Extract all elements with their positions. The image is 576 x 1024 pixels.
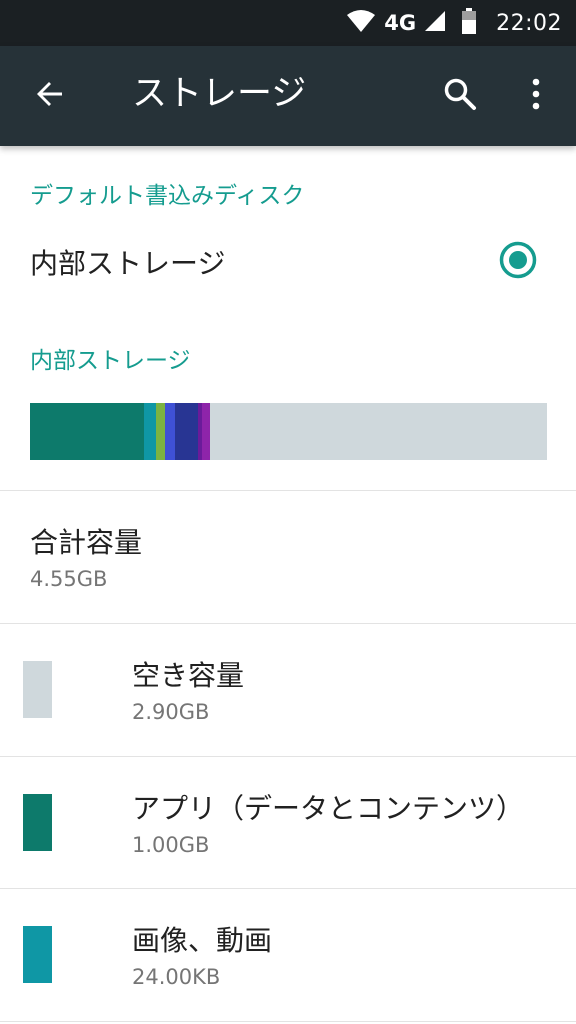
storage-item-images-videos[interactable]: 画像、動画 24.00KB [0,889,576,1021]
app-bar: ストレージ [0,46,576,146]
page-title: ストレージ [132,74,307,114]
divider [0,1021,576,1022]
usage-bar-segment [143,403,156,460]
status-bar: 4G 22:02 [0,0,576,46]
clock: 22:02 [496,10,562,36]
search-icon [443,77,477,115]
more-options-button[interactable] [512,70,560,122]
wifi-icon [346,9,376,37]
status-icons: 4G 22:02 [346,0,562,46]
storage-item-size: 24.00KB [132,965,221,989]
default-disk-option-label: 内部ストレージ [30,247,226,280]
storage-item-free[interactable]: 空き容量 2.90GB [0,624,576,756]
storage-item-color-swatch [23,926,52,983]
storage-item-label: 画像、動画 [132,924,273,957]
storage-item-size: 1.00GB [132,833,210,857]
storage-item-size: 2.90GB [132,700,210,724]
storage-item-color-swatch [23,794,52,851]
default-disk-option[interactable]: 内部ストレージ [0,220,576,300]
usage-bar-segment [175,403,198,460]
total-capacity-label: 合計容量 [30,526,143,559]
storage-usage-bar [30,403,547,460]
search-button[interactable] [432,70,488,122]
usage-bar-segment [30,403,144,460]
usage-bar-segment [165,403,176,460]
back-arrow-icon [34,78,66,114]
network-type-label: 4G [384,11,417,35]
total-capacity-value: 4.55GB [30,567,108,591]
total-capacity-row: 合計容量 4.55GB [0,491,576,623]
storage-item-label: 空き容量 [132,659,245,692]
storage-item-label: アプリ（データとコンテンツ） [132,792,525,825]
storage-item-color-swatch [23,661,52,718]
section-header-default-disk: デフォルト書込みディスク [30,183,305,209]
usage-bar-segment [155,403,166,460]
battery-icon [462,8,477,38]
storage-item-apps[interactable]: アプリ（データとコンテンツ） 1.00GB [0,757,576,889]
more-vert-icon [531,78,541,114]
radio-button-selected[interactable] [498,240,538,280]
back-button[interactable] [22,72,78,120]
section-header-internal-storage: 内部ストレージ [30,348,191,374]
signal-icon [424,10,446,36]
usage-bar-segment [202,403,211,460]
